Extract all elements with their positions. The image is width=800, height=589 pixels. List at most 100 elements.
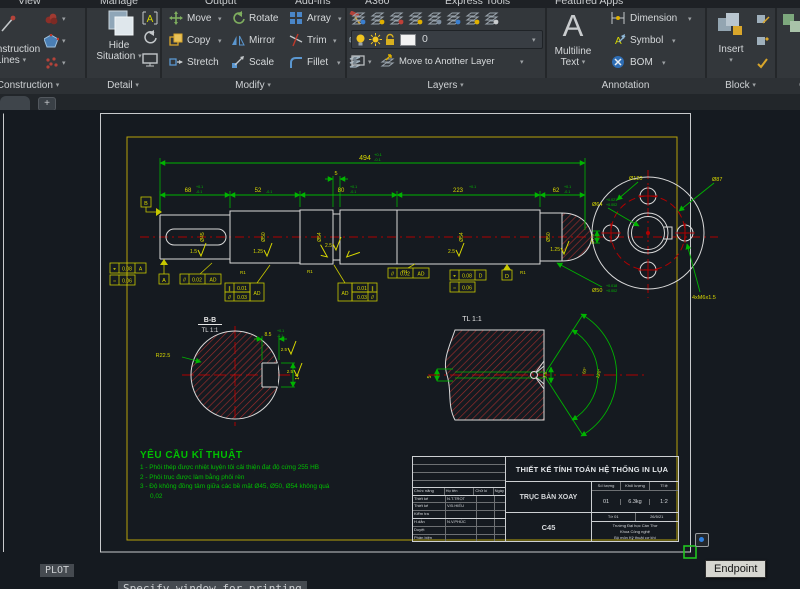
caret[interactable]: ▾ bbox=[333, 37, 337, 45]
caret[interactable]: ▾ bbox=[62, 37, 66, 45]
caret[interactable]: ▾ bbox=[520, 58, 524, 66]
layer-lock-icon[interactable] bbox=[384, 33, 397, 46]
hide-situation-icon[interactable] bbox=[106, 8, 136, 38]
note-line: 3 - Độ không đồng tâm giữa các bề mặt Ø4… bbox=[140, 482, 415, 492]
drawing-file-tab[interactable] bbox=[0, 96, 30, 110]
panel-annotation[interactable]: Annotation bbox=[546, 79, 705, 93]
tab-manage[interactable]: Manage bbox=[100, 0, 138, 7]
svg-text:A: A bbox=[615, 36, 622, 47]
panel-block[interactable]: Block ▾ bbox=[706, 79, 775, 93]
signature-row: Phản biện bbox=[413, 535, 505, 541]
layer-dropdown-caret[interactable]: ▾ bbox=[532, 36, 536, 44]
osnap-endpoint-icon bbox=[695, 533, 709, 547]
caret[interactable]: ▾ bbox=[337, 59, 341, 67]
qty-label: Số lượng bbox=[592, 482, 621, 490]
caret[interactable]: ▾ bbox=[662, 59, 666, 67]
layer-color-swatch[interactable] bbox=[400, 34, 416, 46]
bom-icon[interactable] bbox=[610, 55, 626, 69]
insert-block-icon[interactable] bbox=[716, 10, 746, 40]
note-line: 0,02 bbox=[140, 492, 415, 502]
rotate-icon[interactable] bbox=[231, 11, 245, 25]
trim-icon[interactable] bbox=[289, 33, 303, 47]
caret[interactable]: ▾ bbox=[62, 15, 66, 23]
insert-button[interactable]: Insert▾ bbox=[706, 44, 756, 66]
block-edit-icon[interactable] bbox=[756, 56, 770, 69]
tab-add-ins[interactable]: Add-ins bbox=[295, 0, 331, 7]
fillet-button[interactable]: Fillet bbox=[307, 57, 328, 68]
layer-freeze-sun-icon[interactable] bbox=[369, 33, 382, 46]
caret[interactable]: ▾ bbox=[672, 37, 676, 45]
stretch-button[interactable]: Stretch bbox=[187, 57, 219, 68]
technical-notes: YÊU CẦU KĨ THUẬT 1 - Phôi thép được nhiệ… bbox=[140, 450, 415, 501]
notes-title: YÊU CẦU KĨ THUẬT bbox=[140, 450, 415, 461]
trim-button[interactable]: Trim bbox=[307, 35, 327, 46]
mirror-button[interactable]: Mirror bbox=[249, 35, 275, 46]
point-spray-icon[interactable] bbox=[44, 56, 59, 70]
group-icon[interactable] bbox=[782, 12, 800, 38]
multiline-text-icon[interactable]: A bbox=[556, 8, 590, 44]
revision-cloud-icon[interactable] bbox=[44, 12, 59, 26]
signature-row: Thiết kế V.Đ.HIẾU bbox=[413, 503, 505, 511]
array-icon[interactable] bbox=[289, 11, 303, 25]
move-to-another-layer-button[interactable]: Move to Another Layer bbox=[399, 56, 495, 67]
ribbon-panel-labels: Construction ▾ Detail ▾ Modify ▾ Layers … bbox=[0, 78, 800, 94]
symbol-button[interactable]: Symbol bbox=[630, 35, 663, 46]
symbol-icon[interactable]: A bbox=[610, 33, 626, 47]
panel-layers[interactable]: Layers ▾ bbox=[346, 79, 545, 93]
multiline-text-button[interactable]: Multiline Text ▾ bbox=[540, 46, 606, 68]
copy-icon[interactable] bbox=[169, 33, 183, 47]
tab-featured-apps[interactable]: Featured Apps bbox=[555, 0, 623, 7]
rotate-button[interactable]: Rotate bbox=[249, 13, 278, 24]
col-name: Họ tên bbox=[445, 488, 475, 495]
construction-line-icon[interactable] bbox=[0, 14, 18, 34]
tab-view[interactable]: View bbox=[18, 0, 41, 7]
plot-command-badge: PLOT bbox=[40, 564, 74, 577]
bom-button[interactable]: BOM bbox=[630, 57, 653, 68]
fillet-icon[interactable] bbox=[289, 55, 303, 69]
layer-dropdown[interactable]: 0 ▾ bbox=[351, 30, 543, 49]
caret[interactable]: ▾ bbox=[218, 37, 222, 45]
drawing-canvas[interactable] bbox=[0, 110, 800, 589]
dimension-button[interactable]: Dimension bbox=[630, 13, 677, 24]
stretch-icon[interactable] bbox=[169, 55, 183, 69]
caret[interactable]: ▾ bbox=[62, 59, 66, 67]
caret[interactable]: ▾ bbox=[688, 15, 692, 23]
write-block-icon[interactable] bbox=[756, 34, 770, 47]
tab-a360[interactable]: A360 bbox=[365, 0, 390, 7]
caret[interactable]: ▾ bbox=[338, 15, 342, 23]
caret[interactable]: ▾ bbox=[218, 15, 222, 23]
detail-text-icon[interactable]: A bbox=[142, 10, 158, 26]
tab-express-tools[interactable]: Express Tools bbox=[445, 0, 510, 7]
update-views-icon[interactable] bbox=[142, 30, 158, 46]
dimension-icon[interactable] bbox=[610, 11, 626, 25]
move-icon[interactable] bbox=[169, 11, 183, 25]
part-name: TRỤC BẢN XOAY bbox=[506, 482, 592, 512]
panel-detail[interactable]: Detail ▾ bbox=[86, 79, 160, 93]
monitor-icon[interactable] bbox=[142, 52, 158, 68]
tab-output[interactable]: Output bbox=[205, 0, 237, 7]
new-tab-button[interactable]: + bbox=[38, 97, 56, 111]
ribbon: ▾ ▾ ▾ Construction Lines ▾ Hide Situatio… bbox=[0, 8, 800, 78]
scale-icon[interactable] bbox=[231, 55, 245, 69]
mirror-icon[interactable] bbox=[231, 33, 245, 47]
sheet-date: 26/5/21 bbox=[636, 513, 679, 521]
command-prompt-text[interactable]: Specify window for printing bbox=[118, 581, 307, 589]
layer-tool-icons[interactable] bbox=[351, 10, 499, 26]
panel-construction[interactable]: Construction ▾ bbox=[0, 79, 86, 93]
scale-button[interactable]: Scale bbox=[249, 57, 274, 68]
move-to-layer-icon[interactable] bbox=[380, 54, 396, 68]
viewport-layer-icon[interactable] bbox=[351, 54, 366, 68]
scale-value: 1:2 bbox=[650, 499, 678, 505]
caret[interactable]: ▾ bbox=[368, 58, 372, 66]
copy-button[interactable]: Copy bbox=[187, 35, 210, 46]
construction-lines-button[interactable]: Construction Lines ▾ bbox=[0, 44, 38, 66]
signature-row: Duyệt bbox=[413, 527, 505, 535]
move-button[interactable]: Move bbox=[187, 13, 211, 24]
wipeout-polygon-icon[interactable] bbox=[44, 34, 59, 48]
panel-modify[interactable]: Modify ▾ bbox=[161, 79, 345, 93]
hide-situation-button[interactable]: Hide Situation ▾ bbox=[88, 40, 150, 62]
create-block-icon[interactable] bbox=[756, 12, 770, 25]
layer-on-bulb-icon[interactable] bbox=[354, 33, 367, 46]
panel-group[interactable]: Group bbox=[778, 79, 800, 93]
array-button[interactable]: Array bbox=[307, 13, 331, 24]
